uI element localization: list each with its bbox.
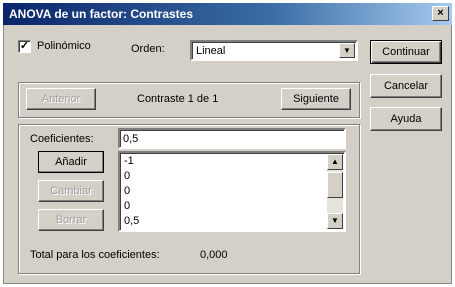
previous-button[interactable]: Anterior <box>26 88 96 110</box>
coefficient-input-value: 0,5 <box>123 133 139 145</box>
contrast-status: Contraste 1 de 1 <box>137 93 219 105</box>
list-item[interactable]: 0 <box>124 200 130 212</box>
list-item[interactable]: 0 <box>124 185 130 197</box>
polynomial-label: Polinómico <box>37 40 91 52</box>
list-item[interactable]: -1 <box>124 155 134 167</box>
coefficient-input[interactable]: 0,5 <box>118 128 346 149</box>
total-value: 0,000 <box>200 249 228 261</box>
chevron-down-icon[interactable]: ▼ <box>339 43 355 58</box>
scroll-up-icon[interactable]: ▲ <box>327 154 343 170</box>
list-item[interactable]: 0,5 <box>124 215 139 227</box>
continue-button[interactable]: Continuar <box>370 40 442 64</box>
order-select[interactable]: Lineal ▼ <box>190 40 358 61</box>
scroll-thumb[interactable] <box>327 172 343 198</box>
add-button[interactable]: Añadir <box>38 151 104 173</box>
cancel-button[interactable]: Cancelar <box>370 74 442 98</box>
list-scrollbar[interactable]: ▲ ▼ <box>327 154 343 229</box>
scroll-down-icon[interactable]: ▼ <box>327 213 343 229</box>
next-button[interactable]: Siguiente <box>281 88 351 110</box>
coefficient-list[interactable]: -1 0 0 0 0,5 ▲ ▼ <box>118 151 346 232</box>
close-button[interactable]: × <box>432 6 449 21</box>
delete-button[interactable]: Borrar <box>38 209 104 231</box>
polynomial-checkbox[interactable]: ✓ <box>18 40 31 53</box>
order-label: Orden: <box>131 43 165 55</box>
list-item[interactable]: 0 <box>124 170 130 182</box>
change-button[interactable]: Cambiar <box>38 180 104 202</box>
help-button[interactable]: Ayuda <box>370 107 442 131</box>
window-title: ANOVA de un factor: Contrastes <box>9 7 194 21</box>
total-label: Total para los coeficientes: <box>30 249 160 261</box>
coefficients-label: Coeficientes: <box>30 133 94 145</box>
order-value: Lineal <box>196 45 226 57</box>
title-bar[interactable]: ANOVA de un factor: Contrastes × <box>3 3 452 25</box>
